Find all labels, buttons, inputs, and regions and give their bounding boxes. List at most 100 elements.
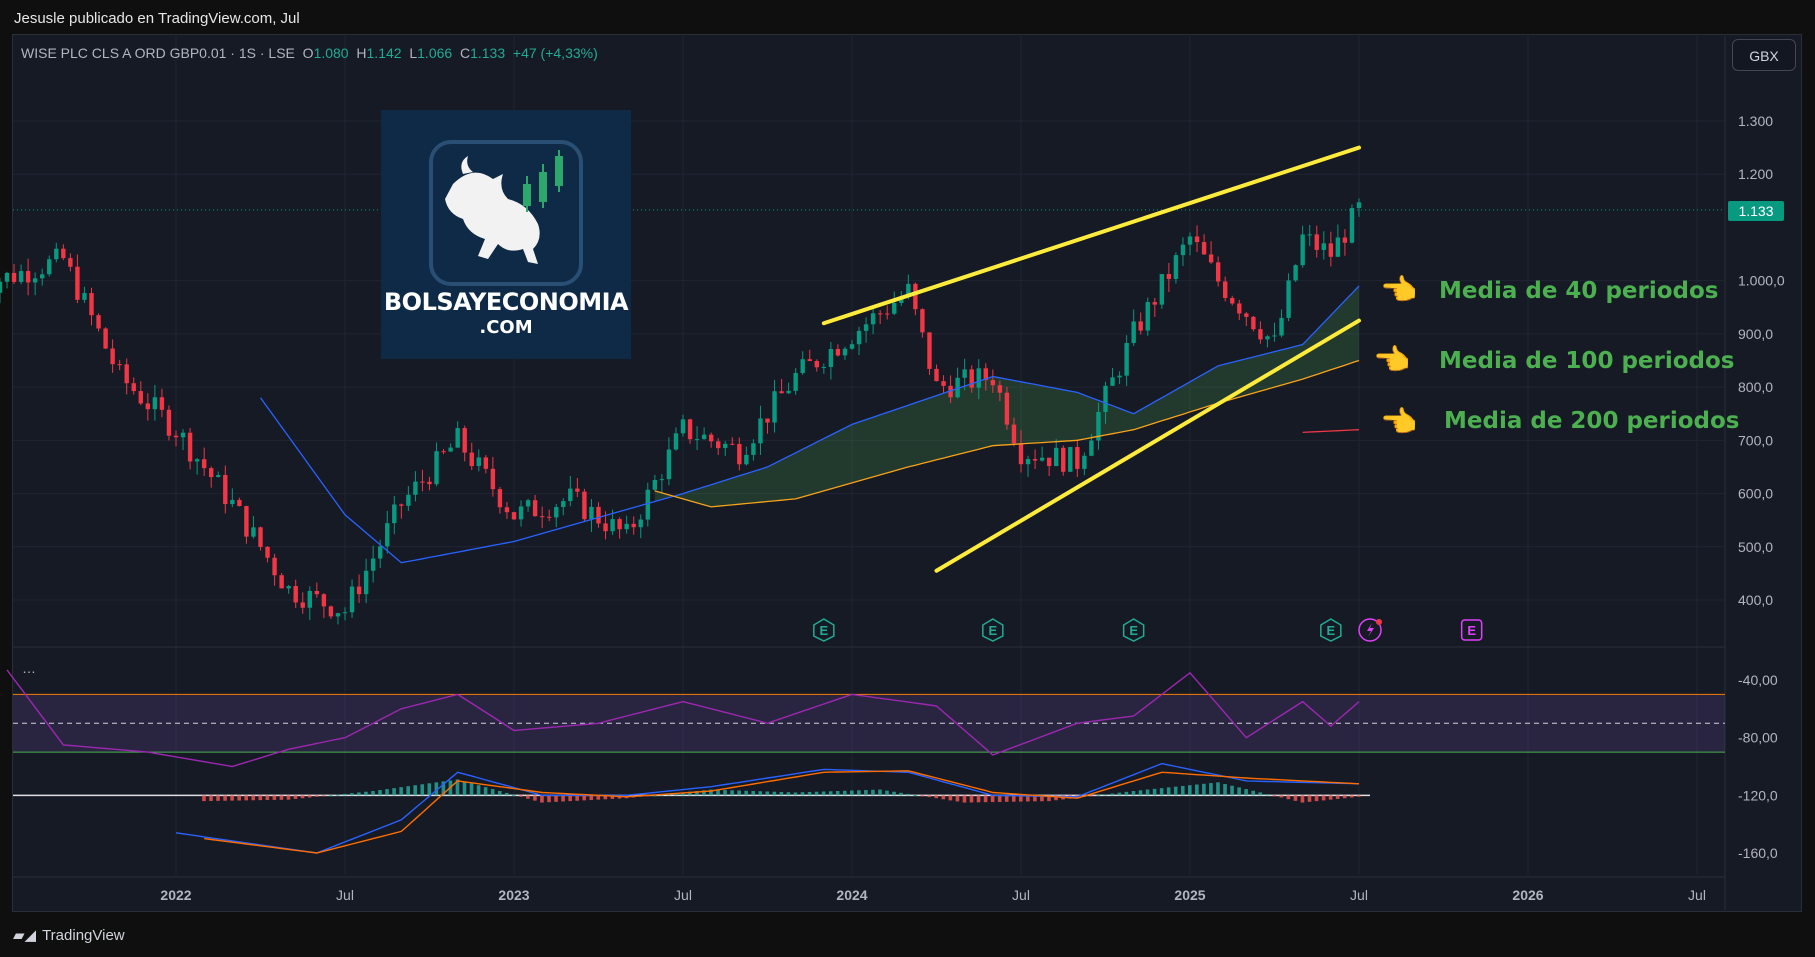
histogram-bar [335, 794, 340, 796]
candle-body [786, 390, 791, 394]
candle-body [1103, 385, 1108, 413]
candle-body [758, 418, 763, 444]
candle-body [244, 506, 249, 537]
high-label: H [356, 45, 367, 61]
candle-body [11, 272, 17, 282]
candle-body [568, 488, 573, 502]
histogram-bar [730, 790, 734, 796]
annotation-ma200: Media de 200 periodos [1444, 408, 1740, 434]
earnings-marker-label: E [1326, 623, 1335, 638]
histogram-bar [850, 790, 854, 796]
indicator-tick-label: -80,00 [1738, 730, 1778, 746]
histogram-bar [385, 789, 389, 796]
histogram-bar [265, 795, 270, 801]
histogram-bar [1237, 787, 1241, 796]
candle-body [990, 380, 996, 386]
histogram-bar [892, 791, 896, 796]
histogram-bar [1307, 795, 1312, 802]
candle-body [54, 248, 59, 260]
histogram-bar [885, 790, 889, 796]
indicator-pane [6, 669, 1725, 854]
histogram-bar [913, 794, 917, 796]
candle-body [976, 368, 981, 388]
candle-body [772, 391, 777, 423]
candle-body [1004, 392, 1010, 425]
histogram-bar [772, 791, 777, 796]
candle-body [610, 519, 615, 532]
candle-body [1159, 274, 1165, 305]
candle-body [1046, 457, 1052, 467]
histogram-bar [1349, 795, 1354, 798]
histogram-bar [1314, 795, 1319, 802]
candle-body [1223, 281, 1228, 298]
indicator-menu-button[interactable]: … [22, 660, 36, 676]
histogram-bar [483, 787, 488, 796]
histogram-bar [497, 791, 502, 796]
candle-body [223, 475, 228, 505]
histogram-bar [786, 792, 791, 796]
histogram-bar [927, 795, 932, 798]
histogram-bar [864, 790, 868, 796]
histogram-bar [1195, 784, 1199, 796]
candle-body [265, 546, 270, 558]
candle-body [1215, 262, 1221, 282]
candle-body [370, 558, 376, 571]
candle-body [1075, 447, 1080, 469]
histogram-bar [990, 795, 995, 803]
time-tick-label: 2025 [1174, 887, 1205, 903]
histogram-bar [1265, 794, 1270, 796]
candle-body [4, 272, 10, 282]
candle-body [349, 586, 355, 613]
candle-body [1194, 236, 1200, 243]
candle-body [1230, 297, 1235, 304]
candle-body [293, 586, 298, 603]
candle-body [1061, 447, 1066, 472]
candle-body [638, 519, 643, 528]
candle-body [82, 293, 87, 300]
histogram-bar [1103, 794, 1108, 796]
candle-body [518, 506, 524, 520]
candle-body [962, 369, 967, 378]
earnings-markers: EEEEE [813, 618, 1483, 642]
candle-body [448, 447, 453, 452]
candle-body [793, 372, 798, 391]
histogram-bar [216, 795, 220, 801]
candle-body [1117, 375, 1122, 378]
histogram-bar [906, 793, 910, 796]
candle-body [737, 444, 742, 465]
earnings-marker-label: E [819, 623, 828, 638]
change-value: +47 (+4,33%) [512, 45, 598, 61]
price-chart[interactable]: E E E E E 1.300 1.200 1.000,0 900,0 800,0 700,0 60… [0, 0, 1815, 957]
histogram-bar [962, 795, 967, 803]
histogram-bar [343, 793, 347, 796]
histogram-bar [519, 795, 523, 797]
candle-body [561, 501, 566, 507]
candle-body [427, 481, 432, 485]
candle-body [96, 315, 101, 329]
low-label: L [409, 45, 418, 61]
candle-body [131, 383, 136, 392]
price-tick-label: 1.300 [1738, 113, 1773, 129]
histogram-bar [251, 795, 256, 801]
candle-body [103, 328, 108, 349]
candle-body [237, 499, 242, 507]
candle-body [462, 428, 467, 453]
histogram-bar [314, 795, 319, 797]
candle-body [934, 368, 939, 382]
symbol-legend[interactable]: WISE PLC CLS A ORD GBP0.01 · 1S · LSE O1… [21, 45, 598, 61]
candle-body [539, 516, 545, 518]
histogram-bar [1209, 783, 1213, 796]
histogram-bar [575, 795, 579, 801]
low-value: 1.066 [417, 45, 453, 61]
candle-body [687, 419, 693, 440]
time-tick-label: 2024 [836, 887, 867, 903]
currency-button[interactable]: GBX [1732, 39, 1796, 71]
candle-body [1265, 336, 1270, 340]
candle-body [554, 506, 559, 518]
candle-body [47, 259, 52, 275]
ma200-line [1302, 429, 1360, 434]
candle-body [201, 459, 207, 469]
histogram-bar [1138, 790, 1143, 796]
footer-brand[interactable]: ▰◢ TradingView [13, 926, 125, 945]
histogram-bar [807, 791, 812, 796]
